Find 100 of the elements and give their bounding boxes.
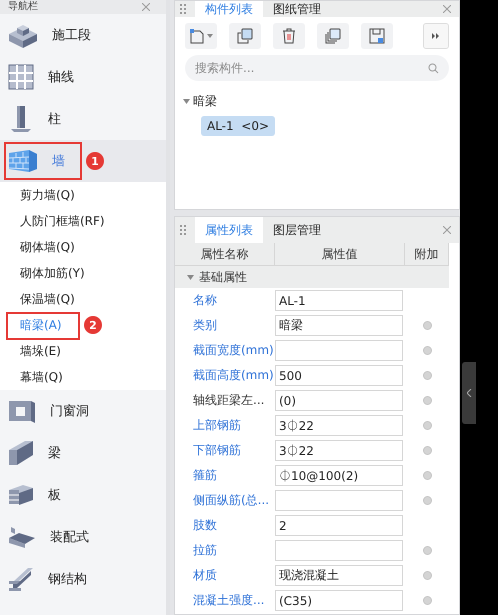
sub-nav-item[interactable]: 幕墙(Q) <box>20 368 63 386</box>
step-badge: 2 <box>84 316 102 334</box>
steel-i-beam-icon <box>8 567 34 591</box>
property-name: 名称 <box>192 292 218 309</box>
group-row[interactable]: 基础属性 <box>175 266 449 288</box>
property-name: 截面宽度(mm) <box>192 342 275 359</box>
stacked-copies-icon <box>325 28 341 44</box>
property-name: 拉筋 <box>192 542 218 559</box>
property-value-field[interactable]: (C35) <box>275 590 403 611</box>
sub-nav-item[interactable]: 砌体墙(Q) <box>20 238 75 256</box>
nav-item-label: 梁 <box>48 445 61 462</box>
property-name: 类别 <box>192 317 218 334</box>
attach-checkbox[interactable] <box>422 346 432 355</box>
step-badge: 1 <box>86 152 104 170</box>
property-name: 侧面纵筋(总... <box>192 492 270 509</box>
sub-nav-item[interactable]: 砌体加筋(Y) <box>20 264 85 282</box>
sub-nav-item[interactable]: 暗梁(A) <box>20 316 62 334</box>
sub-nav-item[interactable]: 保温墙(Q) <box>20 290 75 308</box>
column-header: 附加 <box>405 243 449 266</box>
sub-nav-item[interactable]: 剪力墙(Q) <box>20 186 75 204</box>
copy-button[interactable] <box>229 23 261 49</box>
property-name: 截面高度(mm) <box>192 367 275 384</box>
property-name: 上部钢筋 <box>192 417 242 434</box>
attach-checkbox[interactable] <box>422 546 432 555</box>
attach-checkbox[interactable] <box>422 421 432 430</box>
tree-item[interactable]: AL-1 <0> <box>201 116 276 136</box>
expand-arrow-icon[interactable] <box>187 274 194 280</box>
property-value-field[interactable]: 2 <box>275 515 403 536</box>
panel-tab[interactable]: 图层管理 <box>263 217 331 243</box>
brick-wall-icon <box>8 149 38 173</box>
property-value-field[interactable]: 3⏀22 <box>275 440 403 461</box>
sub-nav-item[interactable]: 墙垛(E) <box>20 342 61 360</box>
property-value-field[interactable] <box>275 540 403 561</box>
search-field[interactable]: 搜索构件... <box>185 55 449 81</box>
nav-item-label: 施工段 <box>52 27 91 44</box>
close-icon[interactable] <box>443 226 451 234</box>
nav-item-label: 柱 <box>48 111 61 128</box>
property-value-field[interactable]: 现浇混凝土 <box>275 565 403 586</box>
property-name: 箍筋 <box>192 467 218 484</box>
drag-handle-icon[interactable] <box>180 225 186 235</box>
drag-handle-icon[interactable] <box>180 4 186 14</box>
panel-tab[interactable]: 属性列表 <box>195 217 263 243</box>
property-name: 混凝土强度... <box>192 592 266 609</box>
nav-item-label: 装配式 <box>50 529 89 546</box>
trash-icon <box>282 28 296 44</box>
property-name: 材质 <box>192 567 218 584</box>
attach-checkbox[interactable] <box>422 446 432 455</box>
group-label: 基础属性 <box>199 268 247 286</box>
column-header: 属性名称 <box>175 243 275 266</box>
panel-tab[interactable]: 构件列表 <box>195 1 263 17</box>
close-icon[interactable] <box>142 3 150 11</box>
door-frame-icon <box>8 399 36 423</box>
property-value-field[interactable]: AL-1 <box>275 290 403 311</box>
nav-item-label: 板 <box>48 487 61 504</box>
panel-tab[interactable]: 图纸管理 <box>263 1 331 17</box>
save-button[interactable] <box>361 23 393 49</box>
property-name: 轴线距梁左... <box>192 392 266 409</box>
grid-icon <box>8 64 34 90</box>
nav-item[interactable]: 墙 1 <box>0 140 166 182</box>
nav-item-label: 门窗洞 <box>50 403 89 420</box>
duplicate-button[interactable] <box>317 23 349 49</box>
attach-checkbox[interactable] <box>422 471 432 480</box>
new-component-button[interactable] <box>185 23 217 49</box>
copy-icon <box>237 28 253 44</box>
expand-arrow-icon[interactable] <box>183 99 190 104</box>
search-icon <box>428 63 439 74</box>
attach-checkbox[interactable] <box>422 396 432 405</box>
prefab-panel-icon <box>8 525 36 549</box>
new-file-icon <box>189 28 205 44</box>
sub-nav-item[interactable]: 人防门框墙(RF) <box>20 212 105 230</box>
property-value-field[interactable]: (0) <box>275 390 403 411</box>
double-arrow-icon <box>432 33 440 39</box>
property-name: 肢数 <box>192 517 218 534</box>
attach-checkbox[interactable] <box>422 571 432 580</box>
attach-checkbox[interactable] <box>422 371 432 380</box>
nav-item-label: 墙 <box>52 153 65 170</box>
more-button[interactable] <box>423 23 449 49</box>
column-header: 属性值 <box>275 243 405 266</box>
delete-button[interactable] <box>273 23 305 49</box>
collapse-tab[interactable] <box>462 362 476 424</box>
property-value-field[interactable]: ⏀10@100(2) <box>275 465 403 486</box>
nav-item-label: 钢结构 <box>48 571 87 588</box>
property-value-field[interactable] <box>275 490 403 511</box>
property-value-field[interactable]: 3⏀22 <box>275 415 403 436</box>
property-value-field[interactable] <box>275 340 403 361</box>
caret-icon <box>207 34 213 38</box>
save-icon <box>369 28 385 44</box>
slab-stack-icon <box>8 484 34 506</box>
attach-checkbox[interactable] <box>422 321 432 330</box>
attach-checkbox[interactable] <box>422 596 432 605</box>
property-value-field[interactable]: 500 <box>275 365 403 386</box>
attach-checkbox[interactable] <box>422 496 432 505</box>
chevron-left-icon <box>466 388 472 396</box>
panel-title: 导航栏 <box>8 1 38 13</box>
tree-group-label: 暗梁 <box>193 93 217 110</box>
nav-item-label: 轴线 <box>48 69 74 86</box>
property-value-field[interactable]: 暗梁 <box>275 315 403 336</box>
close-icon[interactable] <box>443 5 451 13</box>
cube-block-icon <box>8 22 38 48</box>
beam-icon <box>8 440 34 466</box>
